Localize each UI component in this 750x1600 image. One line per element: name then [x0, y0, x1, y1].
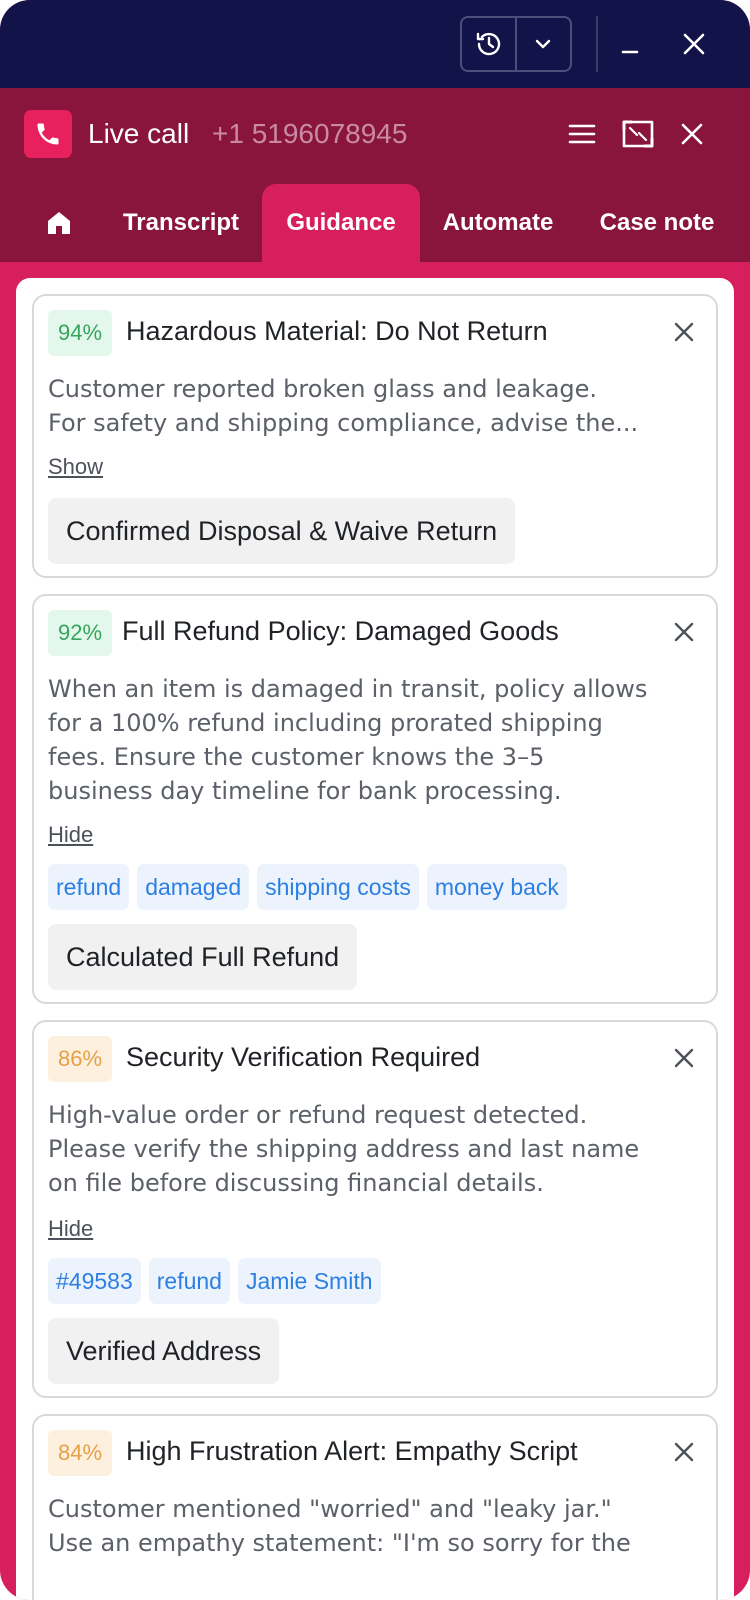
- confidence-badge: 86%: [48, 1036, 113, 1082]
- description-line: for a 100% refund including prorated shi…: [48, 709, 603, 737]
- description-line: Customer reported broken glass and leaka…: [48, 375, 598, 403]
- close-icon: [674, 1442, 694, 1462]
- history-dropdown-button[interactable]: [517, 18, 570, 70]
- card-description: Customer mentioned "worried" and "leaky …: [48, 1492, 698, 1560]
- history-control: [460, 16, 572, 72]
- card-title: High Frustration Alert: Empathy Script: [126, 1436, 578, 1466]
- window-close-button[interactable]: [670, 20, 718, 68]
- description-line: on file before discussing financial deta…: [48, 1169, 544, 1197]
- call-title: Live call: [88, 118, 190, 149]
- tab-home[interactable]: [30, 184, 88, 262]
- description-line: Customer mentioned "worried" and "leaky …: [48, 1495, 612, 1523]
- tab-case-note[interactable]: Case note: [582, 184, 732, 262]
- menu-button[interactable]: [558, 110, 606, 158]
- dismiss-card-button[interactable]: [666, 1040, 702, 1076]
- tag-chip[interactable]: Jamie Smith: [237, 1258, 381, 1304]
- tag-chip[interactable]: refund: [48, 864, 130, 910]
- tab-automate[interactable]: Automate: [428, 184, 568, 262]
- description-line: Please verify the shipping address and l…: [48, 1135, 640, 1163]
- card-title: Full Refund Policy: Damaged Goods: [122, 616, 559, 646]
- card-title: Security Verification Required: [126, 1042, 481, 1072]
- close-icon: [674, 622, 694, 642]
- call-close-button[interactable]: [668, 110, 716, 158]
- hide-toggle-link[interactable]: Hide: [48, 1216, 93, 1242]
- chevron-down-icon: [536, 39, 551, 49]
- expand-icon: [622, 120, 654, 148]
- home-icon: [48, 212, 70, 234]
- guidance-card: 94% Hazardous Material: Do Not Return Cu…: [32, 294, 718, 578]
- call-header: Live call +1 5196078945 Transcript Guida…: [0, 88, 750, 262]
- card-description: High-value order or refund request detec…: [48, 1098, 698, 1200]
- description-line: High-value order or refund request detec…: [48, 1101, 588, 1129]
- card-title: Hazardous Material: Do Not Return: [126, 316, 548, 346]
- guidance-card: 84% High Frustration Alert: Empathy Scri…: [32, 1414, 718, 1600]
- tab-guidance[interactable]: Guidance: [262, 184, 420, 262]
- title-bar: [0, 0, 750, 88]
- dismiss-card-button[interactable]: [666, 314, 702, 350]
- confidence-badge: 94%: [48, 310, 113, 356]
- description-line: business day timeline for bank processin…: [48, 777, 562, 805]
- tag-chip[interactable]: refund: [148, 1258, 230, 1304]
- description-line: For safety and shipping compliance, advi…: [48, 409, 639, 437]
- guidance-card: 86% Security Verification Required High-…: [32, 1020, 718, 1398]
- action-button[interactable]: Confirmed Disposal & Waive Return: [48, 498, 516, 564]
- description-line: When an item is damaged in transit, poli…: [48, 675, 648, 703]
- hide-toggle-link[interactable]: Hide: [48, 822, 93, 848]
- card-description: Customer reported broken glass and leaka…: [48, 372, 698, 440]
- dismiss-card-button[interactable]: [666, 614, 702, 650]
- action-button[interactable]: Calculated Full Refund: [48, 924, 358, 990]
- phone-badge: [24, 110, 72, 158]
- close-icon: [683, 33, 705, 55]
- call-assistant-window: Live call +1 5196078945 Transcript Guida…: [0, 0, 750, 1600]
- close-icon: [681, 123, 703, 145]
- tag-chip[interactable]: money back: [426, 864, 567, 910]
- guidance-panel: 94% Hazardous Material: Do Not Return Cu…: [16, 278, 734, 1600]
- expand-button[interactable]: [614, 110, 662, 158]
- card-description: When an item is damaged in transit, poli…: [48, 672, 698, 808]
- close-icon: [674, 322, 694, 342]
- tag-list: refund damaged shipping costs money back: [48, 864, 567, 910]
- close-icon: [674, 1048, 694, 1068]
- dismiss-card-button[interactable]: [666, 1434, 702, 1470]
- show-toggle-link[interactable]: Show: [48, 454, 103, 480]
- confidence-badge: 92%: [48, 610, 113, 656]
- tag-chip[interactable]: damaged: [137, 864, 250, 910]
- tab-transcript[interactable]: Transcript: [108, 184, 254, 262]
- tag-chip[interactable]: #49583: [48, 1258, 141, 1304]
- tag-list: #49583 refund Jamie Smith: [48, 1258, 381, 1304]
- guidance-card: 92% Full Refund Policy: Damaged Goods Wh…: [32, 594, 718, 1004]
- history-button[interactable]: [462, 18, 515, 70]
- description-line: Use an empathy statement: "I'm so sorry …: [48, 1529, 631, 1557]
- description-line: fees. Ensure the customer knows the 3–5: [48, 743, 545, 771]
- confidence-badge: 84%: [48, 1430, 113, 1476]
- history-icon: [476, 32, 500, 56]
- phone-icon: [37, 123, 59, 145]
- title-bar-separator: [596, 16, 598, 72]
- minimize-button[interactable]: [606, 20, 654, 68]
- tab-bar: Transcript Guidance Automate Case note: [0, 184, 750, 262]
- caller-number: +1 5196078945: [212, 118, 408, 149]
- menu-icon: [568, 124, 596, 144]
- tag-chip[interactable]: shipping costs: [257, 864, 419, 910]
- action-button[interactable]: Verified Address: [48, 1318, 280, 1384]
- minimize-icon: [621, 50, 639, 54]
